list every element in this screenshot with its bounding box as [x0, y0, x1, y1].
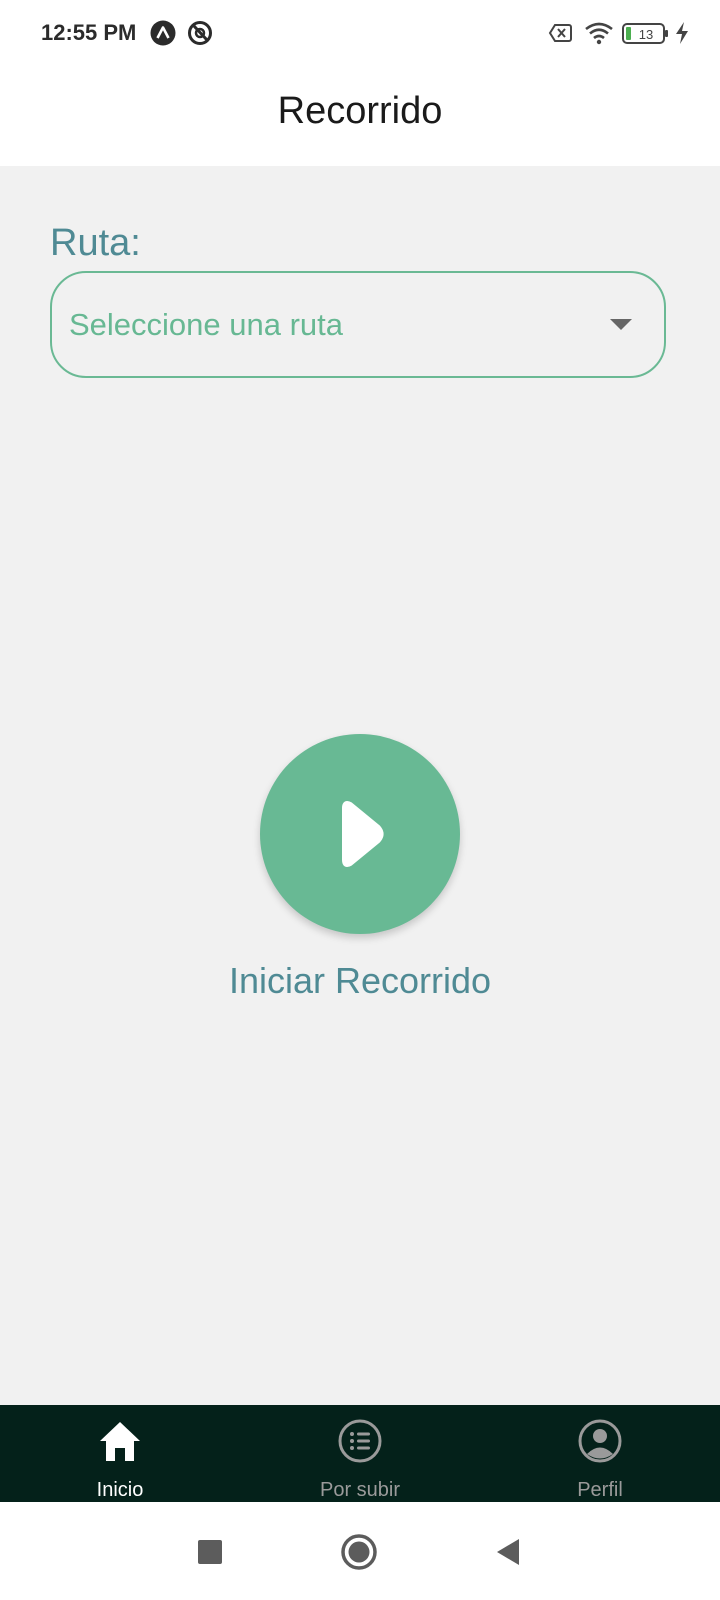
- no-sync-icon: [187, 20, 213, 46]
- status-bar: 12:55 PM 13: [0, 0, 720, 68]
- nav-label-perfil: Perfil: [577, 1479, 623, 1501]
- list-icon: [338, 1419, 382, 1463]
- app-bar: Recorrido: [0, 68, 720, 166]
- nav-label-inicio: Inicio: [96, 1479, 144, 1501]
- home-icon: [100, 1422, 140, 1461]
- app-a-icon: [150, 20, 176, 46]
- play-icon: [342, 801, 384, 867]
- battery-icon: 13: [622, 20, 670, 46]
- ruta-select[interactable]: Seleccione una ruta: [50, 271, 666, 378]
- wifi-icon: [584, 20, 614, 46]
- profile-icon: [578, 1419, 622, 1463]
- start-route-label[interactable]: Iniciar Recorrido: [0, 960, 720, 1002]
- dropdown-caret-icon: [610, 319, 632, 330]
- start-route-button[interactable]: [260, 734, 460, 934]
- back-icon[interactable]: [494, 1537, 522, 1567]
- nav-item-perfil[interactable]: Perfil: [480, 1405, 720, 1502]
- nav-item-por-subir[interactable]: Por subir: [240, 1405, 480, 1502]
- bottom-nav: Inicio Por subir Perfil: [0, 1405, 720, 1502]
- nav-label-por-subir: Por subir: [319, 1479, 401, 1501]
- page-title: Recorrido: [277, 90, 443, 132]
- status-time: 12:55 PM: [41, 20, 137, 45]
- battery-level: 13: [639, 27, 653, 42]
- recents-icon[interactable]: [197, 1539, 223, 1565]
- system-nav-bar: [0, 1502, 720, 1600]
- ruta-label: Ruta:: [50, 222, 141, 264]
- home-button-icon[interactable]: [340, 1533, 378, 1571]
- charging-icon: [674, 20, 690, 46]
- nav-item-inicio[interactable]: Inicio: [0, 1405, 240, 1502]
- sim-off-icon: [548, 20, 574, 46]
- ruta-select-placeholder: Seleccione una ruta: [69, 307, 344, 342]
